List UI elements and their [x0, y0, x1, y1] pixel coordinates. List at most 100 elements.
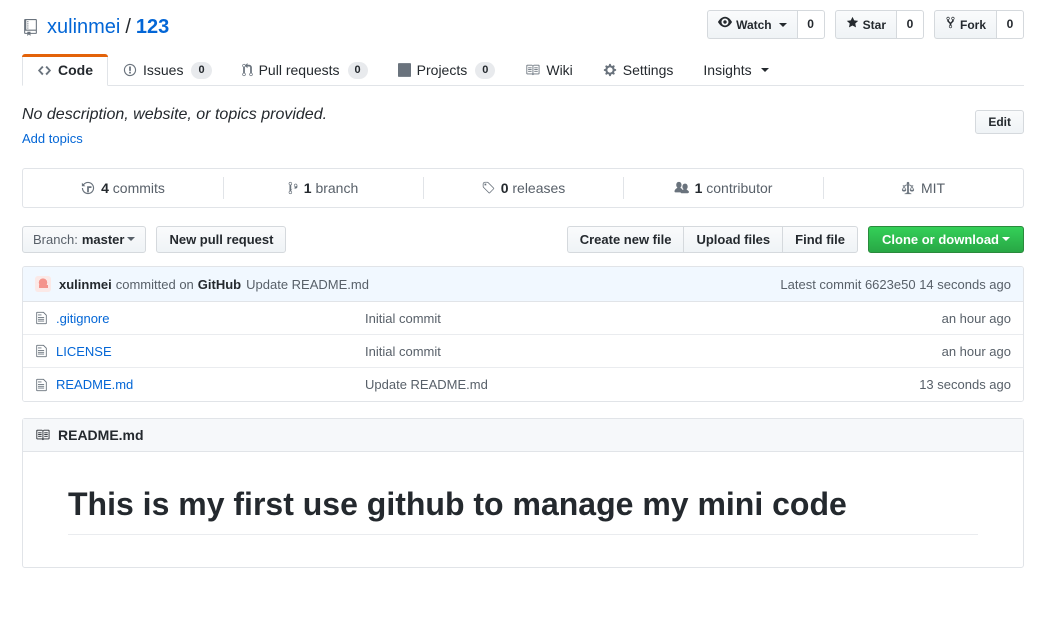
tab-issues-label: Issues: [143, 62, 184, 78]
commit-platform-label: GitHub: [197, 276, 242, 292]
tab-projects[interactable]: Projects 0: [383, 54, 511, 86]
git-branch-icon: [288, 181, 298, 195]
table-row[interactable]: LICENSE Initial commit an hour ago: [23, 335, 1023, 368]
watch-count[interactable]: 0: [796, 10, 825, 39]
file-name-cell: README.md: [35, 377, 365, 392]
add-topics-link[interactable]: Add topics: [22, 131, 1024, 146]
file-icon: [35, 344, 48, 358]
fork-button[interactable]: Fork: [933, 10, 996, 39]
law-icon: [901, 181, 915, 195]
repo-icon: [22, 18, 39, 36]
new-pull-request-button[interactable]: New pull request: [156, 225, 287, 253]
fork-count[interactable]: 0: [996, 10, 1024, 39]
star-button-group: Star 0: [834, 10, 924, 39]
latest-commit-sha[interactable]: 6623e50: [865, 277, 916, 292]
watch-button[interactable]: Watch: [707, 10, 797, 39]
readme-body: This is my first use github to manage my…: [23, 452, 1023, 567]
readme-header: README.md: [23, 419, 1023, 452]
stat-contributors-label: contributor: [706, 180, 773, 196]
tab-settings-label: Settings: [622, 62, 674, 78]
tab-issues[interactable]: Issues 0: [108, 54, 227, 86]
tab-projects-label: Projects: [416, 62, 468, 78]
code-icon: [37, 63, 52, 78]
file-commit-message[interactable]: Initial commit: [365, 311, 942, 326]
file-toolbar: Branch: master New pull request Create n…: [22, 224, 1024, 254]
latest-commit-prefix: Latest commit: [780, 276, 862, 292]
tab-pull-requests-label: Pull requests: [258, 62, 340, 78]
file-name-link[interactable]: LICENSE: [56, 344, 112, 359]
latest-commit-meta: Latest commit 6623e50 14 seconds ago: [780, 277, 1011, 292]
repo-name-link[interactable]: 123: [136, 14, 169, 40]
tab-wiki[interactable]: Wiki: [510, 54, 587, 86]
watch-label: Watch: [736, 17, 772, 32]
stat-commits-label: commits: [112, 180, 165, 196]
commit-author-link[interactable]: xulinmei: [59, 277, 112, 292]
file-commit-message[interactable]: Initial commit: [365, 344, 942, 359]
stat-releases-value: 0: [500, 180, 509, 196]
star-icon: [846, 16, 859, 34]
upload-files-button[interactable]: Upload files: [683, 225, 783, 253]
file-age: an hour ago: [941, 343, 1011, 359]
readme-box: README.md This is my first use github to…: [22, 418, 1024, 568]
branch-name-label: master: [81, 231, 125, 247]
table-row[interactable]: .gitignore Initial commit an hour ago: [23, 302, 1023, 335]
branch-selector-button[interactable]: Branch: master: [22, 225, 147, 253]
file-name-cell: LICENSE: [35, 344, 365, 359]
gear-icon: [603, 63, 617, 77]
commit-message-link[interactable]: Update README.md: [246, 277, 369, 292]
stat-license[interactable]: MIT: [823, 169, 1023, 207]
repo-content: No description, website, or topics provi…: [22, 106, 1024, 568]
stat-releases-label: releases: [512, 180, 566, 196]
tab-code[interactable]: Code: [22, 54, 108, 86]
file-name-link[interactable]: README.md: [56, 377, 133, 392]
stat-contributors[interactable]: 1 contributor: [623, 169, 823, 207]
create-new-file-button[interactable]: Create new file: [566, 225, 684, 253]
fork-label: Fork: [959, 17, 986, 32]
table-row[interactable]: README.md Update README.md 13 seconds ag…: [23, 368, 1023, 401]
tab-wiki-label: Wiki: [546, 62, 573, 78]
star-button[interactable]: Star: [834, 10, 896, 39]
eye-icon: [718, 15, 733, 34]
branch-prefix-label: Branch:: [33, 231, 78, 247]
tab-issues-count: 0: [191, 61, 212, 79]
avatar: [35, 276, 51, 292]
book-icon: [35, 428, 50, 442]
tab-insights-label: Insights: [703, 62, 752, 78]
file-icon: [35, 378, 48, 392]
file-list-box: xulinmei committed on GitHub Update READ…: [22, 266, 1024, 402]
stat-contributors-value: 1: [694, 180, 703, 196]
readme-heading: This is my first use github to manage my…: [68, 484, 978, 535]
chevron-down-icon: [1002, 237, 1010, 241]
tab-projects-count: 0: [475, 61, 496, 79]
clone-or-download-button[interactable]: Clone or download: [868, 225, 1024, 253]
stat-branches[interactable]: 1 branch: [223, 169, 423, 207]
file-name-link[interactable]: .gitignore: [56, 311, 109, 326]
file-commit-message[interactable]: Update README.md: [365, 377, 919, 392]
file-icon: [35, 311, 48, 325]
file-name-cell: .gitignore: [35, 311, 365, 326]
repo-header: xulinmei / 123 Watch 0 Star 0 Fork 0: [0, 0, 1046, 40]
repo-nav: Code Issues 0 Pull requests 0 Projects 0: [22, 54, 1024, 86]
tab-insights[interactable]: Insights: [688, 54, 783, 86]
repo-separator: /: [125, 16, 131, 38]
tab-settings[interactable]: Settings: [588, 54, 689, 86]
stat-commits[interactable]: 4 commits: [23, 169, 223, 207]
tab-code-label: Code: [58, 62, 93, 78]
tab-pull-requests-count: 0: [347, 61, 368, 79]
latest-commit-time: 14 seconds ago: [919, 276, 1011, 292]
history-icon: [81, 181, 95, 195]
tab-pull-requests[interactable]: Pull requests 0: [227, 54, 383, 86]
repo-owner-link[interactable]: xulinmei: [47, 14, 120, 40]
readme-title: README.md: [58, 427, 144, 443]
find-file-button[interactable]: Find file: [782, 225, 858, 253]
latest-commit-bar: xulinmei committed on GitHub Update READ…: [23, 267, 1023, 302]
project-icon: [397, 63, 411, 77]
stat-branches-value: 1: [303, 180, 312, 196]
star-count[interactable]: 0: [895, 10, 924, 39]
fork-button-group: Fork 0: [933, 10, 1024, 39]
clone-or-download-label: Clone or download: [882, 231, 999, 247]
chevron-down-icon: [778, 22, 787, 27]
github-repo-page: xulinmei / 123 Watch 0 Star 0 Fork 0 Cod…: [0, 0, 1046, 631]
edit-button[interactable]: Edit: [975, 110, 1024, 134]
stat-releases[interactable]: 0 releases: [423, 169, 623, 207]
